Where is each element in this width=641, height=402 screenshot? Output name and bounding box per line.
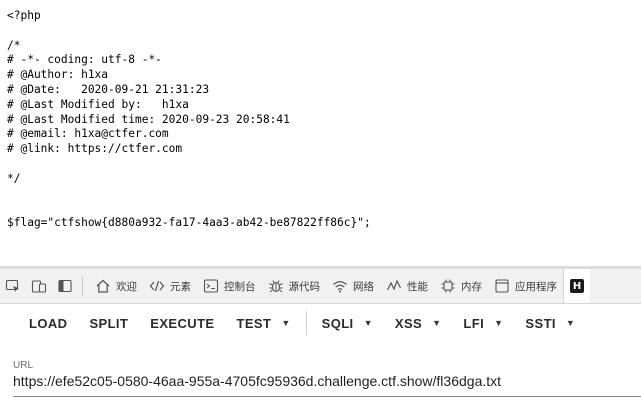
source-line: <?php: [7, 9, 41, 22]
tab-welcome[interactable]: 欢迎: [89, 269, 143, 303]
tab-label: 应用程序: [515, 280, 557, 293]
xss-dropdown[interactable]: XSS ▼: [384, 304, 453, 342]
source-line: # @Last Modified time: 2020-09-23 20:58:…: [7, 112, 290, 126]
source-line: # @Last Modified by: h1xa: [7, 97, 189, 111]
toggle-panel-icon[interactable]: [52, 272, 78, 300]
source-line: # @email: h1xa@ctfer.com: [7, 127, 169, 141]
test-dropdown[interactable]: TEST ▼: [225, 304, 301, 342]
tab-label: 网络: [353, 280, 374, 293]
performance-icon: [386, 279, 402, 291]
execute-label: EXECUTE: [150, 315, 215, 331]
tab-memory[interactable]: 内存: [434, 269, 488, 303]
page-source-view: <?php /* # -*- coding: utf-8 -*- # @Auth…: [0, 0, 641, 268]
ssti-dropdown[interactable]: SSTI ▼: [514, 304, 586, 342]
source-line: # @Date: 2020-09-21 21:31:23: [7, 82, 210, 96]
chevron-down-icon: ▼: [432, 318, 442, 328]
console-icon: [203, 279, 219, 293]
tab-elements[interactable]: 元素: [143, 269, 197, 303]
chevron-down-icon: ▼: [281, 318, 291, 328]
toolbar-divider: [305, 311, 307, 335]
source-line: # @Author: h1xa: [7, 68, 109, 82]
chevron-down-icon: ▼: [363, 318, 373, 328]
sqli-dropdown[interactable]: SQLI ▼: [311, 304, 384, 342]
url-input[interactable]: https://efe52c05-0580-46aa-955a-4705fc95…: [13, 373, 633, 389]
url-underline: [13, 396, 641, 397]
tab-label: 源代码: [288, 280, 321, 293]
load-button[interactable]: LOAD: [18, 304, 78, 342]
hackbar-badge-icon: H: [570, 279, 584, 293]
tab-console[interactable]: 控制台: [197, 269, 262, 303]
tab-label: 控制台: [224, 280, 256, 293]
sqli-label: SQLI: [321, 315, 354, 331]
url-field[interactable]: URL https://efe52c05-0580-46aa-955a-4705…: [0, 342, 641, 402]
code-icon: [149, 280, 165, 292]
load-label: LOAD: [29, 315, 68, 331]
xss-label: XSS: [394, 315, 423, 331]
memory-chip-icon: [441, 279, 455, 293]
home-icon: [96, 279, 110, 293]
test-label: TEST: [236, 315, 272, 331]
tab-performance[interactable]: 性能: [380, 269, 434, 303]
application-icon: [495, 279, 509, 293]
wifi-icon: [333, 281, 347, 293]
device-emulation-icon[interactable]: [26, 272, 52, 300]
source-line: # @link: https://ctfer.com: [7, 142, 183, 156]
lfi-dropdown[interactable]: LFI ▼: [452, 304, 514, 342]
toolbar-divider: [82, 276, 83, 296]
tab-label: 元素: [170, 280, 191, 293]
chevron-down-icon: ▼: [494, 318, 504, 328]
split-label: SPLIT: [89, 315, 129, 331]
chevron-down-icon: ▼: [565, 318, 576, 328]
tab-label: 内存: [461, 280, 482, 293]
tab-application[interactable]: 应用程序: [488, 269, 563, 303]
flag-line: $flag="ctfshow{d880a932-fa17-4aa3-ab42-b…: [7, 216, 371, 230]
source-line: */: [7, 171, 21, 185]
split-button[interactable]: SPLIT: [78, 304, 139, 342]
execute-button[interactable]: EXECUTE: [139, 304, 225, 342]
inspect-element-icon[interactable]: [0, 272, 26, 300]
url-label: URL: [13, 360, 34, 371]
hackbar-toolbar: LOAD SPLIT EXECUTE TEST ▼ SQLI ▼ XSS ▼ LFI ▼…: [0, 304, 641, 342]
bug-icon: [268, 280, 283, 293]
ssti-label: SSTI: [525, 315, 556, 331]
tab-label: 欢迎: [116, 280, 137, 293]
lfi-label: LFI: [463, 315, 485, 331]
tab-hackbar[interactable]: H: [563, 269, 590, 303]
source-line: # -*- coding: utf-8 -*-: [7, 53, 162, 67]
tab-sources[interactable]: 源代码: [262, 269, 327, 303]
devtools-tab-bar: 欢迎 元素 控制台 源代码 网络 性能 内存 应用程序 H: [0, 266, 641, 304]
source-line: /*: [7, 38, 21, 52]
tab-label: 性能: [407, 280, 428, 293]
source-code: <?php /* # -*- coding: utf-8 -*- # @Auth…: [7, 9, 371, 231]
tab-network[interactable]: 网络: [326, 269, 380, 303]
